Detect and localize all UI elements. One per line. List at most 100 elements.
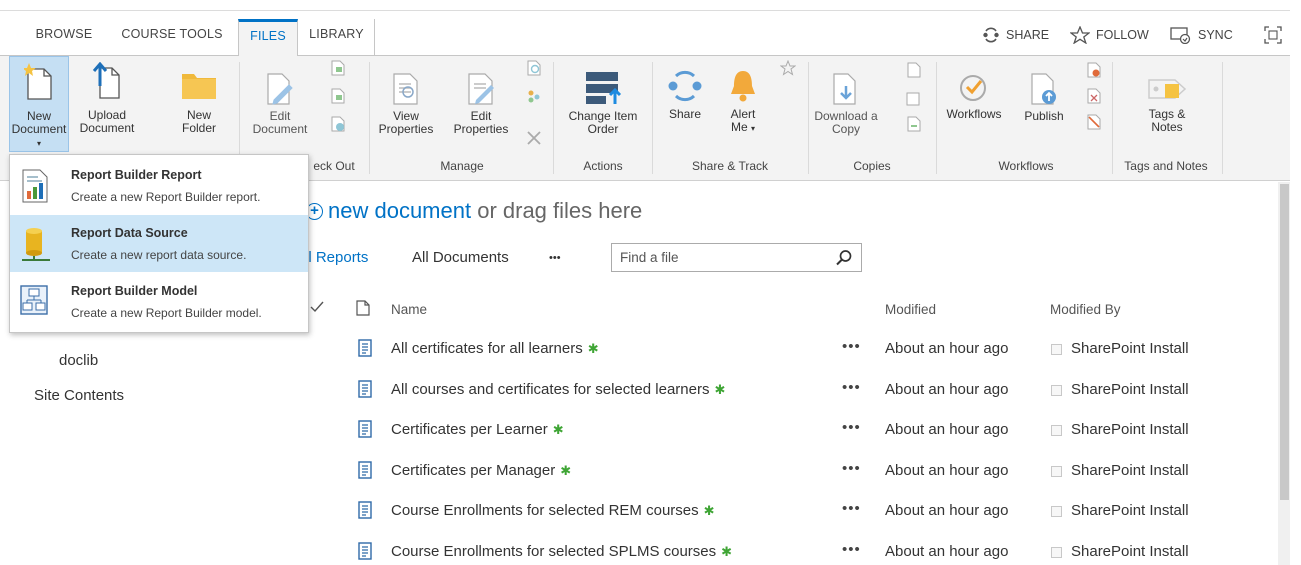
download-copy-button[interactable]: Download a Copy [814,56,878,136]
tab-files[interactable]: FILES [238,19,298,57]
check-out-icon[interactable] [330,60,346,76]
download-copy-label-2: Copy [831,122,860,136]
menu-item-title: Report Data Source [71,226,188,240]
data-source-icon [22,228,50,261]
delete-icon[interactable] [526,130,542,146]
new-document-label-2: Document ▾ [10,123,68,150]
tag-star-icon[interactable] [780,60,796,76]
tab-course-tools[interactable]: COURSE TOOLS [110,19,234,57]
item-menu-ellipsis[interactable]: ••• [842,379,861,396]
tags-notes-group-label: Tags and Notes [1124,159,1208,173]
share-action[interactable]: SHARE [982,25,1049,45]
view-all-reports[interactable]: ll Reports [305,249,368,266]
new-document-label-2-text: Document [11,122,67,136]
edit-document-label-2: Document [252,122,308,136]
modified-by-value[interactable]: SharePoint Install [1071,421,1189,438]
drag-files-text: or drag files here [471,198,643,223]
share-button[interactable]: Share [660,56,710,121]
menu-item-title: Report Builder Model [71,284,198,298]
modified-by-value[interactable]: SharePoint Install [1071,340,1189,357]
sync-action[interactable]: SYNC [1170,25,1233,45]
go-to-source-icon[interactable] [906,116,922,132]
checkmark-icon [310,301,324,313]
item-menu-ellipsis[interactable]: ••• [842,419,861,436]
search-input[interactable] [612,244,822,271]
group-separator [369,62,370,174]
menu-item-description: Create a new report data source. [71,248,247,262]
upload-document-button[interactable]: Upload Document [77,56,137,135]
column-modified-by[interactable]: Modified By [1050,302,1121,317]
alert-me-button[interactable]: Alert Me ▾ [718,56,768,135]
report-file-icon [358,339,372,357]
manage-copies-icon[interactable] [906,90,922,106]
modified-by-value[interactable]: SharePoint Install [1071,381,1189,398]
document-name[interactable]: All certificates for all learners ✱ [391,340,599,357]
item-menu-ellipsis[interactable]: ••• [842,460,861,477]
table-row[interactable]: All courses and certificates for selecte… [0,371,1270,411]
table-row[interactable]: Course Enrollments for selected REM cour… [0,492,1270,532]
more-views-ellipsis[interactable]: ••• [549,252,561,264]
table-row[interactable]: Certificates per Learner ✱ ••• About an hou… [0,411,1270,451]
menu-item-report-builder-report[interactable]: Report Builder Report Create a new Repor… [10,157,308,214]
check-in-icon[interactable] [330,88,346,104]
view-all-documents[interactable]: All Documents [412,249,509,266]
edit-document-button[interactable]: Edit Document [252,56,308,136]
edit-properties-button[interactable]: Edit Properties [446,56,516,136]
focus-on-content-button[interactable] [1264,25,1282,45]
modified-by-value[interactable]: SharePoint Install [1071,543,1189,560]
presence-indicator [1051,546,1062,558]
new-document-link[interactable]: new document [328,198,471,223]
share-track-group-label: Share & Track [691,159,769,173]
menu-item-report-builder-model[interactable]: Report Builder Model Create a new Report… [10,273,308,330]
cancel-approval-icon[interactable] [1086,114,1102,130]
follow-action[interactable]: FOLLOW [1070,25,1149,45]
check-out-group-label: eck Out [313,159,355,173]
item-menu-ellipsis[interactable]: ••• [842,338,861,355]
new-document-prompt: + new document or drag files here [306,198,642,224]
table-row[interactable]: Course Enrollments for selected SPLMS co… [0,533,1270,565]
workflows-button[interactable]: Workflows [942,56,1006,121]
column-name[interactable]: Name [391,302,427,317]
menu-item-description: Create a new Report Builder model. [71,306,262,320]
group-separator [1222,62,1223,174]
search-icon[interactable] [835,249,853,267]
star-icon [1070,26,1090,44]
menu-item-report-data-source[interactable]: Report Data Source Create a new report d… [10,215,308,272]
item-menu-ellipsis[interactable]: ••• [842,541,861,558]
new-document-menu: Report Builder Report Create a new Repor… [9,154,309,333]
document-name[interactable]: All courses and certificates for selecte… [391,381,725,398]
modified-by-value[interactable]: SharePoint Install [1071,502,1189,519]
approve-reject-icon[interactable] [1086,88,1102,104]
document-name[interactable]: Certificates per Manager ✱ [391,462,571,479]
document-name[interactable]: Certificates per Learner ✱ [391,421,564,438]
document-name[interactable]: Course Enrollments for selected REM cour… [391,502,715,519]
table-row[interactable]: Certificates per Manager ✱ ••• About an hou… [0,452,1270,492]
group-separator [936,62,937,174]
file-type-header[interactable] [356,300,370,319]
table-row[interactable]: All certificates for all learners ✱ ••• Abo… [0,330,1270,370]
copies-group-label: Copies [853,159,891,173]
alert-me-label-2-text: Me [730,120,748,134]
new-folder-button[interactable]: New Folder [173,56,225,135]
publish-label: Publish [1024,109,1064,123]
tab-library[interactable]: LIBRARY [299,19,375,57]
tab-browse[interactable]: BROWSE [20,19,108,57]
select-all-checkmark[interactable] [310,300,324,317]
change-item-order-button[interactable]: Change Item Order [558,56,648,136]
sync-label: SYNC [1198,28,1233,42]
version-history-icon[interactable] [526,60,542,76]
scrollbar-thumb[interactable] [1280,184,1289,500]
send-to-icon[interactable] [906,62,922,78]
view-properties-button[interactable]: View Properties [374,56,438,136]
modified-by-value[interactable]: SharePoint Install [1071,462,1189,479]
discard-check-out-icon[interactable] [330,116,346,132]
new-document-button[interactable]: New Document ▾ [9,56,69,152]
document-name[interactable]: Course Enrollments for selected SPLMS co… [391,543,732,560]
publish-button[interactable]: Publish [1016,56,1072,123]
column-modified[interactable]: Modified [885,302,936,317]
unpublish-icon[interactable] [1086,62,1102,78]
document-name-text: All certificates for all learners [391,340,583,357]
tags-notes-button[interactable]: Tags & Notes [1118,56,1216,134]
shared-with-icon[interactable] [526,88,542,104]
item-menu-ellipsis[interactable]: ••• [842,500,861,517]
